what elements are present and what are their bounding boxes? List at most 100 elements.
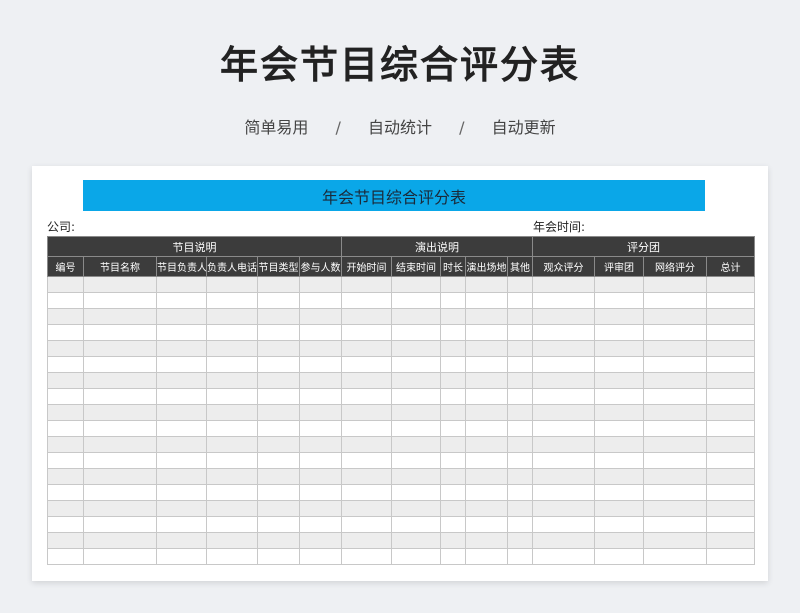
table-cell[interactable] [83,276,157,293]
table-cell[interactable] [532,372,595,389]
table-cell[interactable] [257,468,300,485]
table-cell[interactable] [206,516,258,533]
table-cell[interactable] [594,484,644,501]
table-cell[interactable] [257,484,300,501]
table-cell[interactable] [465,468,508,485]
table-cell[interactable] [594,292,644,309]
table-cell[interactable] [507,404,533,421]
table-cell[interactable] [341,468,392,485]
table-cell[interactable] [706,324,755,341]
table-cell[interactable] [47,292,84,309]
table-cell[interactable] [465,452,508,469]
table-cell[interactable] [341,436,392,453]
table-cell[interactable] [341,516,392,533]
table-cell[interactable] [257,372,300,389]
table-cell[interactable] [532,468,595,485]
table-cell[interactable] [156,388,207,405]
table-cell[interactable] [594,404,644,421]
table-cell[interactable] [706,308,755,325]
table-cell[interactable] [257,420,300,437]
table-cell[interactable] [341,388,392,405]
table-cell[interactable] [257,292,300,309]
table-cell[interactable] [83,292,157,309]
table-cell[interactable] [507,500,533,517]
table-cell[interactable] [440,324,466,341]
table-cell[interactable] [391,532,441,549]
table-cell[interactable] [391,388,441,405]
table-cell[interactable] [83,452,157,469]
table-cell[interactable] [465,500,508,517]
table-cell[interactable] [532,388,595,405]
table-cell[interactable] [257,452,300,469]
table-cell[interactable] [465,404,508,421]
table-cell[interactable] [465,340,508,357]
table-cell[interactable] [257,276,300,293]
table-cell[interactable] [440,484,466,501]
table-cell[interactable] [206,276,258,293]
table-cell[interactable] [706,372,755,389]
table-cell[interactable] [465,548,508,565]
table-cell[interactable] [440,516,466,533]
table-cell[interactable] [643,388,707,405]
table-cell[interactable] [206,548,258,565]
table-cell[interactable] [299,340,342,357]
table-cell[interactable] [594,324,644,341]
table-cell[interactable] [83,308,157,325]
table-cell[interactable] [257,356,300,373]
table-cell[interactable] [156,516,207,533]
table-cell[interactable] [47,468,84,485]
table-cell[interactable] [507,356,533,373]
table-cell[interactable] [507,340,533,357]
table-cell[interactable] [643,436,707,453]
table-cell[interactable] [83,532,157,549]
table-cell[interactable] [391,324,441,341]
table-cell[interactable] [47,372,84,389]
table-cell[interactable] [440,548,466,565]
table-cell[interactable] [706,420,755,437]
table-cell[interactable] [594,388,644,405]
table-cell[interactable] [643,452,707,469]
table-cell[interactable] [206,388,258,405]
table-cell[interactable] [156,484,207,501]
table-cell[interactable] [47,500,84,517]
table-cell[interactable] [206,436,258,453]
table-cell[interactable] [83,468,157,485]
table-cell[interactable] [706,532,755,549]
table-cell[interactable] [206,356,258,373]
table-cell[interactable] [706,516,755,533]
table-cell[interactable] [83,404,157,421]
table-cell[interactable] [299,436,342,453]
table-cell[interactable] [156,548,207,565]
table-cell[interactable] [532,340,595,357]
table-cell[interactable] [341,484,392,501]
table-cell[interactable] [299,308,342,325]
table-cell[interactable] [594,372,644,389]
table-cell[interactable] [206,532,258,549]
table-cell[interactable] [706,404,755,421]
table-cell[interactable] [341,452,392,469]
table-cell[interactable] [507,324,533,341]
table-cell[interactable] [156,356,207,373]
table-cell[interactable] [156,324,207,341]
table-cell[interactable] [706,468,755,485]
table-cell[interactable] [47,452,84,469]
table-cell[interactable] [594,420,644,437]
table-cell[interactable] [391,452,441,469]
table-cell[interactable] [299,484,342,501]
table-cell[interactable] [341,356,392,373]
table-cell[interactable] [299,388,342,405]
table-cell[interactable] [440,420,466,437]
table-cell[interactable] [594,356,644,373]
table-cell[interactable] [440,452,466,469]
table-cell[interactable] [257,500,300,517]
table-cell[interactable] [341,292,392,309]
table-cell[interactable] [706,484,755,501]
table-cell[interactable] [341,308,392,325]
table-cell[interactable] [507,388,533,405]
table-cell[interactable] [532,324,595,341]
table-cell[interactable] [594,340,644,357]
table-cell[interactable] [299,468,342,485]
table-cell[interactable] [532,276,595,293]
table-cell[interactable] [341,420,392,437]
table-cell[interactable] [594,276,644,293]
